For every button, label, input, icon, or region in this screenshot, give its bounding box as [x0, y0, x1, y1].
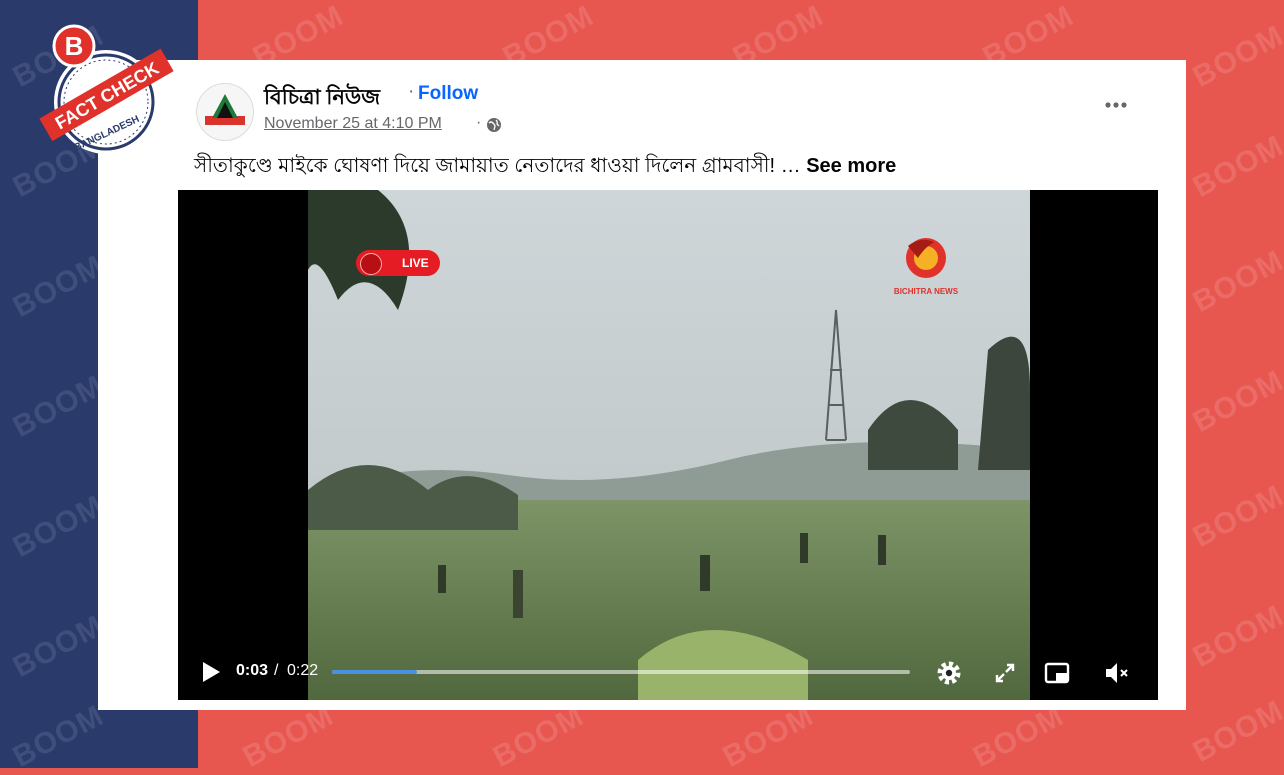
- page-logo-icon: [205, 94, 245, 125]
- progress-bar[interactable]: [332, 670, 910, 674]
- separator-dot: ·: [476, 114, 482, 131]
- facebook-post: বিচিত্রা নিউজ · Follow November 25 at 4:…: [178, 65, 1158, 705]
- channel-logo-text: BICHITRA NEWS: [894, 287, 959, 296]
- mute-icon[interactable]: [1102, 658, 1132, 688]
- page-name[interactable]: বিচিত্রা নিউজ: [264, 81, 380, 116]
- badge-letter: B: [65, 31, 84, 61]
- separator-dot: ·: [408, 81, 415, 102]
- video-player[interactable]: LIVE BICHITRA NEWS 0:03 / 0:22: [178, 190, 1158, 700]
- settings-icon[interactable]: [934, 658, 964, 688]
- post-timestamp[interactable]: November 25 at 4:10 PM: [264, 115, 442, 133]
- post-caption: সীতাকুণ্ডে মাইকে ঘোষণা দিয়ে জামায়াত নে…: [194, 151, 896, 184]
- live-label: LIVE: [402, 256, 429, 270]
- duration: 0:22: [287, 662, 319, 679]
- picture-in-picture-icon[interactable]: [1042, 658, 1072, 688]
- fact-check-badge: B FACT CHECK BANGLADESH: [39, 24, 174, 154]
- time-separator: /: [274, 662, 279, 679]
- see-more-link[interactable]: See more: [806, 155, 896, 177]
- globe-icon: [487, 118, 501, 132]
- video-controls: 0:03 / 0:22: [178, 652, 1158, 692]
- more-options-icon[interactable]: [1098, 93, 1134, 117]
- screenshot-card: বিচিত্রা নিউজ · Follow November 25 at 4:…: [98, 60, 1186, 710]
- fullscreen-icon[interactable]: [990, 658, 1020, 688]
- page-avatar[interactable]: [196, 83, 254, 141]
- follow-button[interactable]: Follow: [418, 83, 478, 105]
- play-icon[interactable]: [200, 660, 222, 684]
- progress-fill: [332, 670, 417, 674]
- current-time: 0:03: [236, 662, 269, 679]
- caption-text: সীতাকুণ্ডে মাইকে ঘোষণা দিয়ে জামায়াত নে…: [194, 155, 807, 177]
- live-badge: LIVE: [356, 250, 440, 276]
- live-dot-icon: [360, 253, 382, 275]
- channel-logo: BICHITRA NEWS: [894, 238, 959, 296]
